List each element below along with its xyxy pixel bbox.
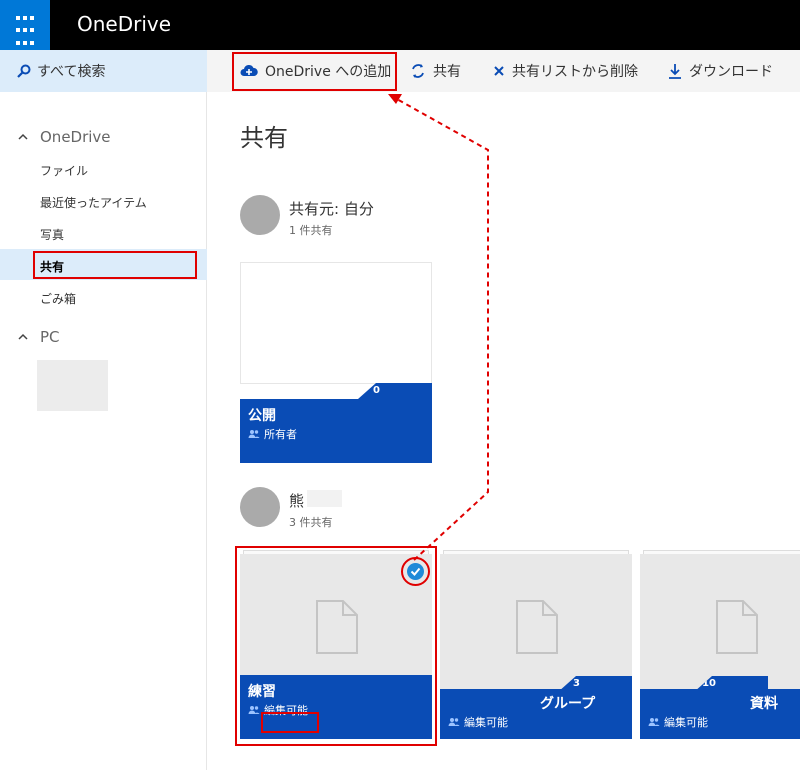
annotation-arrow [388, 94, 489, 561]
